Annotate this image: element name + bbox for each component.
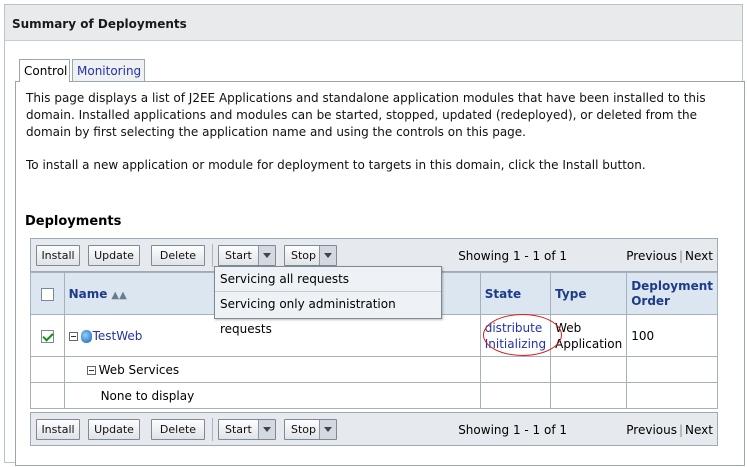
- previous-link[interactable]: Previous: [626, 249, 677, 263]
- tab-control[interactable]: Control: [19, 59, 70, 82]
- row-select-cell: [30, 314, 65, 357]
- pagination-controls: Previous | Next: [626, 249, 713, 263]
- next-link[interactable]: Next: [685, 423, 713, 437]
- pager-divider: |: [678, 249, 684, 263]
- chevron-down-icon[interactable]: [258, 246, 275, 265]
- table-row: TestWeb distribute Initializing Web Appli…: [30, 314, 718, 357]
- sort-ascending-icon[interactable]: ▲▲: [111, 290, 126, 301]
- chevron-down-icon[interactable]: [258, 420, 275, 439]
- toolbar-separator: [212, 418, 213, 441]
- highlight-circle: [483, 314, 562, 356]
- pagination-controls: Previous | Next: [626, 423, 713, 437]
- type-cell: Web Application: [550, 314, 628, 357]
- tab-monitoring[interactable]: Monitoring: [72, 59, 145, 81]
- previous-link[interactable]: Previous: [626, 423, 677, 437]
- start-label: Start: [225, 249, 252, 262]
- row-checkbox[interactable]: [40, 329, 54, 343]
- web-app-icon: [80, 329, 92, 343]
- testweb-link[interactable]: TestWeb: [93, 329, 143, 343]
- menu-item-servicing-admin-requests[interactable]: Servicing only administration requests: [215, 292, 441, 336]
- empty-cell: [626, 356, 718, 383]
- stop-label: Stop: [291, 249, 317, 262]
- update-button[interactable]: Update: [88, 419, 140, 440]
- select-all-checkbox[interactable]: [40, 287, 54, 301]
- table-row: Web Services: [30, 356, 718, 383]
- page-header: Summary of Deployments: [5, 5, 742, 41]
- page-title: Summary of Deployments: [12, 17, 187, 31]
- menu-item-servicing-all-requests[interactable]: Servicing all requests: [215, 267, 441, 292]
- chevron-down-icon[interactable]: [319, 420, 336, 439]
- install-hint-text: To install a new application or module f…: [26, 158, 646, 172]
- toolbar-separator: [212, 244, 213, 267]
- stop-label: Stop: [291, 423, 317, 436]
- table-row: None to display: [30, 382, 718, 409]
- install-button[interactable]: Install: [36, 419, 80, 440]
- type-column-header[interactable]: Type: [550, 272, 628, 315]
- web-services-label: Web Services: [98, 362, 180, 377]
- empty-cell: [550, 356, 628, 383]
- none-to-display-cell: None to display: [63, 382, 481, 409]
- collapse-icon[interactable]: [86, 365, 96, 375]
- update-button[interactable]: Update: [88, 245, 140, 266]
- deployment-order-column-header[interactable]: Deployment Order: [626, 272, 718, 315]
- empty-cell: [479, 356, 552, 383]
- stop-button[interactable]: Stop: [284, 245, 337, 266]
- start-dropdown-menu: Servicing all requests Servicing only ad…: [214, 266, 442, 336]
- pagination-status: Showing 1 - 1 of 1: [458, 423, 567, 437]
- empty-cell: [626, 382, 718, 409]
- install-button[interactable]: Install: [36, 245, 80, 266]
- start-button[interactable]: Start: [218, 419, 276, 440]
- empty-cell: [550, 382, 628, 409]
- name-cell: TestWeb: [63, 314, 481, 357]
- stop-button[interactable]: Stop: [284, 419, 337, 440]
- chevron-down-icon[interactable]: [319, 246, 336, 265]
- description-text: This page displays a list of J2EE Applic…: [26, 91, 706, 139]
- empty-cell: [479, 382, 552, 409]
- start-button[interactable]: Start: [218, 245, 276, 266]
- deployments-toolbar-bottom: Install Update Delete Start Stop Showing…: [30, 412, 718, 446]
- delete-button[interactable]: Delete: [151, 419, 205, 440]
- start-label: Start: [225, 423, 252, 436]
- name-header-label: Name: [68, 286, 108, 301]
- deployments-title: Deployments: [25, 214, 122, 229]
- deployment-order-cell: 100: [626, 314, 718, 357]
- delete-button[interactable]: Delete: [151, 245, 205, 266]
- empty-cell: [30, 382, 65, 409]
- state-column-header[interactable]: State: [479, 272, 552, 315]
- pager-divider: |: [678, 423, 684, 437]
- collapse-icon[interactable]: [68, 331, 78, 341]
- next-link[interactable]: Next: [685, 249, 713, 263]
- pagination-status: Showing 1 - 1 of 1: [458, 249, 567, 263]
- empty-cell: [30, 356, 65, 383]
- web-services-cell: Web Services: [63, 356, 481, 383]
- select-all-header: [30, 272, 65, 315]
